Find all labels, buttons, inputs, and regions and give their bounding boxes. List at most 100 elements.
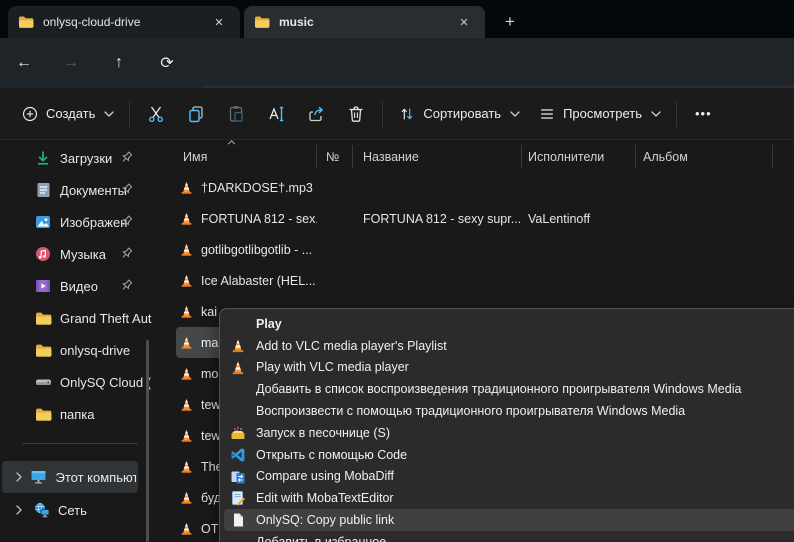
menu-item-label: Добавить в избранное <box>256 534 387 542</box>
menu-item-onlysq-copy-public-link[interactable]: OnlySQ: Copy public link <box>224 509 794 531</box>
menu-item-run-in-sandbox[interactable]: Запуск в песочнице (S) <box>220 422 794 444</box>
vlc-file-icon <box>179 211 194 227</box>
more-options-button[interactable]: ••• <box>683 106 724 121</box>
sidebar-divider <box>22 443 138 444</box>
create-button[interactable]: Создать <box>12 96 123 132</box>
mobatexteditor-icon <box>230 490 246 506</box>
sidebar-item-papka[interactable]: папка <box>0 398 152 430</box>
music-icon <box>34 245 52 263</box>
menu-item-label: Запуск в песочнице (S) <box>256 425 390 440</box>
mobadiff-icon <box>230 469 246 485</box>
paste-icon <box>230 105 244 122</box>
menu-item-add-to-favorites[interactable]: Добавить в избранное <box>220 531 794 542</box>
sidebar-item-pictures[interactable]: Изображения <box>0 206 152 238</box>
column-header-number[interactable]: № <box>317 145 353 168</box>
vlc-file-icon <box>179 242 194 258</box>
cut-icon <box>149 106 164 122</box>
sidebar-item-documents[interactable]: Документы <box>0 174 152 206</box>
folder-icon <box>34 309 52 327</box>
vlc-file-icon <box>179 304 194 320</box>
sidebar-item-videos[interactable]: Видео <box>0 270 152 302</box>
menu-item-play-with-vlc[interactable]: Play with VLC media player <box>220 357 794 379</box>
back-button[interactable]: ← <box>8 47 40 79</box>
share-button[interactable] <box>296 96 336 132</box>
sidebar-item-onlysq-drive[interactable]: onlysq-drive <box>0 334 152 366</box>
sidebar-item-label: onlysq-drive <box>60 342 131 358</box>
pin-icon <box>119 214 134 229</box>
cut-button[interactable] <box>136 96 176 132</box>
sidebar-item-onlysq-cloud[interactable]: OnlySQ Cloud ( <box>0 366 152 398</box>
close-tab-icon[interactable]: ✕ <box>208 11 230 33</box>
file-row[interactable]: †DARKDOSE†.mp3 <box>176 172 773 203</box>
pin-icon <box>119 182 134 197</box>
folder-icon <box>34 341 52 359</box>
sidebar-item-label: Загрузки <box>60 150 113 166</box>
menu-item-compare-mobadiff[interactable]: Compare using MobaDiff <box>220 466 794 488</box>
sidebar-item-label: Документы <box>60 182 128 198</box>
column-header-artists[interactable]: Исполнители <box>522 145 636 168</box>
menu-item-label: Add to VLC media player's Playlist <box>256 338 447 353</box>
sidebar-item-label: Этот компьютер <box>55 469 136 485</box>
file-artists: VaLentinoff <box>528 211 591 226</box>
sidebar-scrollbar[interactable] <box>146 340 149 542</box>
file-explorer-window: onlysq-cloud-drive ✕ music ✕ + ← → ↑ ⟳ ›… <box>0 0 794 542</box>
sidebar-item-music[interactable]: Музыка <box>0 238 152 270</box>
new-tab-button[interactable]: + <box>496 9 524 35</box>
close-tab-icon[interactable]: ✕ <box>453 11 475 33</box>
menu-item-edit-mobatexteditor[interactable]: Edit with MobaTextEditor <box>220 487 794 509</box>
copy-button[interactable] <box>176 96 216 132</box>
copy-icon <box>189 105 204 122</box>
trash-icon <box>349 105 363 122</box>
tab-music[interactable]: music ✕ <box>244 6 485 38</box>
sidebar-item-label: OnlySQ Cloud ( <box>60 374 152 390</box>
menu-item-add-to-wmp-playlist[interactable]: Добавить в список воспроизведения традиц… <box>220 378 794 400</box>
pin-icon <box>119 150 134 165</box>
sort-button[interactable]: Сортировать <box>389 96 529 132</box>
file-row[interactable]: Ice Alabaster (HEL... <box>176 265 773 296</box>
vscode-icon <box>230 447 246 463</box>
file-name: †DARKDOSE†.mp3 <box>201 180 313 195</box>
sidebar-item-this-pc[interactable]: Этот компьютер <box>2 461 138 493</box>
tab-onlysq-cloud-drive[interactable]: onlysq-cloud-drive ✕ <box>8 6 240 38</box>
vlc-file-icon <box>179 428 194 444</box>
forward-button[interactable]: → <box>55 47 87 79</box>
tab-label: music <box>279 15 314 29</box>
menu-item-label: Добавить в список воспроизведения традиц… <box>256 382 742 397</box>
view-label: Просмотреть <box>563 106 642 121</box>
sort-icon <box>401 107 413 120</box>
up-button[interactable]: ↑ <box>103 47 135 79</box>
vlc-file-icon <box>179 273 194 289</box>
page-icon <box>230 512 246 528</box>
menu-item-label: Открыть с помощью Code <box>256 447 408 462</box>
vlc-file-icon <box>179 490 194 506</box>
chevron-down-icon <box>510 111 520 117</box>
file-name: gotlibgotlibgotlib - ... <box>201 242 313 257</box>
rename-button[interactable] <box>256 96 296 132</box>
vlc-cone-icon <box>230 338 246 354</box>
chevron-down-icon <box>104 111 114 117</box>
refresh-button[interactable]: ⟳ <box>151 47 183 79</box>
menu-item-add-to-vlc-playlist[interactable]: Add to VLC media player's Playlist <box>220 335 794 357</box>
vlc-file-icon <box>179 521 194 537</box>
column-header-name[interactable]: Имя <box>176 145 317 168</box>
menu-item-play[interactable]: Play <box>220 313 794 335</box>
file-row[interactable]: FORTUNA 812 - sex... FORTUNA 812 - sexy … <box>176 203 773 234</box>
tab-strip: onlysq-cloud-drive ✕ music ✕ + <box>0 0 794 38</box>
delete-button[interactable] <box>336 96 376 132</box>
sidebar-item-downloads[interactable]: Загрузки <box>0 142 152 174</box>
sidebar-item-grand-theft-aut[interactable]: Grand Theft Aut <box>0 302 152 334</box>
sort-label: Сортировать <box>423 106 502 121</box>
column-header-title[interactable]: Название <box>353 145 522 168</box>
column-header-album[interactable]: Альбом <box>636 145 773 168</box>
paste-button[interactable] <box>216 96 256 132</box>
view-button[interactable]: Просмотреть <box>529 96 670 132</box>
toolbar-divider <box>675 100 677 127</box>
menu-item-label: Play <box>256 316 282 331</box>
plus-circle-icon <box>22 106 38 121</box>
sidebar-item-network[interactable]: Сеть <box>0 494 152 526</box>
file-row[interactable]: gotlibgotlibgotlib - ... <box>176 234 773 265</box>
menu-item-play-with-wmp[interactable]: Воспроизвести с помощью традиционного пр… <box>220 400 794 422</box>
menu-item-open-with-code[interactable]: Открыть с помощью Code <box>220 444 794 466</box>
vlc-cone-icon <box>230 360 246 376</box>
context-menu: Play Add to VLC media player's Playlist … <box>219 308 794 542</box>
